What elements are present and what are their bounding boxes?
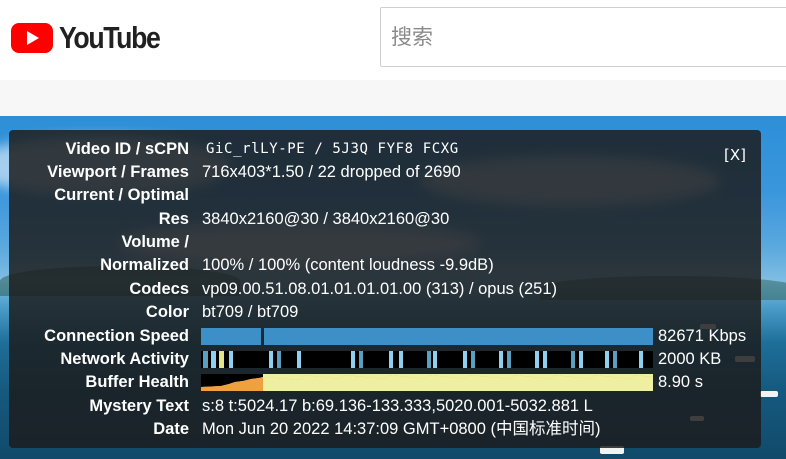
network-activity-spike: [389, 351, 393, 368]
stats-for-nerds-panel: [X] Video ID / sCPN GiC_rlLY-PE / 5J3Q F…: [9, 130, 761, 448]
stats-row-resolution: Res 3840x2160@30 / 3840x2160@30: [9, 208, 761, 230]
network-activity-spike: [399, 351, 403, 368]
stats-row-viewport: Viewport / Frames 716x403*1.50 / 22 drop…: [9, 161, 761, 183]
stats-label: Color: [145, 303, 189, 321]
stats-label: Volume /: [121, 233, 189, 251]
connection-speed-graph: [201, 328, 653, 345]
stats-value: s:8 t:5024.17 b:69.136-133.333,5020.001-…: [202, 397, 593, 415]
network-activity-spike: [571, 351, 575, 368]
network-activity-spike: [219, 351, 224, 368]
stats-label: Viewport / Frames: [47, 163, 189, 181]
search-input[interactable]: [381, 8, 786, 66]
stats-value: Mon Jun 20 2022 14:37:09 GMT+0800 (中国标准时…: [202, 420, 601, 438]
network-activity-spike: [203, 351, 208, 368]
stats-label: Current / Optimal: [54, 186, 189, 204]
network-activity-spike: [433, 351, 437, 368]
stats-row-volume-label-line1: Volume /: [9, 231, 761, 253]
stats-row-resolution-label-line1: Current / Optimal: [9, 184, 761, 206]
stats-value: 100% / 100% (content loudness -9.9dB): [202, 256, 494, 274]
network-activity-spike: [535, 351, 539, 368]
stats-value: 82671 Kbps: [658, 327, 747, 345]
network-activity-spike: [507, 351, 511, 368]
stats-label: Res: [158, 210, 189, 228]
stats-label: Mystery Text: [89, 397, 189, 415]
buffer-health-graph: [201, 374, 653, 391]
stats-label: Date: [153, 420, 189, 438]
network-activity-spike: [229, 351, 233, 368]
stats-label: Connection Speed: [44, 327, 189, 345]
stats-label: Codecs: [129, 280, 189, 298]
stats-row-connection-speed: Connection Speed 82671 Kbps: [9, 325, 761, 347]
video-boat: [760, 391, 778, 397]
masthead: YouTube: [0, 0, 786, 80]
stats-label: Video ID / sCPN: [65, 140, 189, 158]
connection-speed-bar: [264, 328, 653, 345]
stats-value: 2000 KB: [658, 350, 722, 368]
stats-row-mystery-text: Mystery Text s:8 t:5024.17 b:69.136-133.…: [9, 395, 761, 417]
network-activity-spike: [211, 351, 216, 368]
stats-row-codecs: Codecs vp09.00.51.08.01.01.01.01.00 (313…: [9, 278, 761, 300]
stats-label: Normalized: [100, 256, 189, 274]
buffer-health-chart: [201, 374, 653, 391]
network-activity-spike: [427, 351, 431, 368]
stats-row-video-id: Video ID / sCPN GiC_rlLY-PE / 5J3Q FYF8 …: [9, 138, 761, 160]
network-activity-spike: [269, 351, 273, 368]
stats-value: 3840x2160@30 / 3840x2160@30: [202, 210, 450, 228]
network-activity-spike: [463, 351, 467, 368]
logo-wordmark: YouTube: [59, 20, 161, 55]
network-activity-spike: [605, 351, 609, 368]
stats-value: 716x403*1.50 / 22 dropped of 2690: [202, 163, 461, 181]
network-activity-spike: [351, 351, 355, 368]
network-activity-spike: [471, 351, 475, 368]
stats-row-volume: Normalized 100% / 100% (content loudness…: [9, 254, 761, 276]
buffer-health-ramp: [201, 378, 263, 391]
stats-value: GiC_rlLY-PE / 5J3Q FYF8 FCXG: [206, 141, 459, 157]
connection-speed-bar: [201, 328, 261, 345]
stats-row-date: Date Mon Jun 20 2022 14:37:09 GMT+0800 (…: [9, 418, 761, 440]
stats-row-network-activity: Network Activity 2000 KB: [9, 348, 761, 370]
stats-label: Network Activity: [60, 350, 189, 368]
network-activity-spike: [297, 351, 301, 368]
network-activity-spike: [543, 351, 547, 368]
youtube-play-icon: [11, 23, 53, 53]
stats-row-buffer-health: Buffer Health 8.90 s: [9, 371, 761, 393]
stats-value: bt709 / bt709: [202, 303, 299, 321]
search-box[interactable]: [380, 7, 786, 67]
stats-label: Buffer Health: [85, 373, 189, 391]
network-activity-spike: [613, 351, 617, 368]
network-activity-spike: [579, 351, 583, 368]
stats-value: vp09.00.51.08.01.01.01.01.00 (313) / opu…: [202, 280, 558, 298]
network-activity-spike: [499, 351, 503, 368]
stats-value: 8.90 s: [658, 373, 703, 391]
network-activity-spike: [277, 351, 281, 368]
stats-row-color: Color bt709 / bt709: [9, 301, 761, 323]
network-activity-spike: [359, 351, 363, 368]
youtube-logo[interactable]: YouTube: [11, 22, 176, 54]
header-spacer: [0, 80, 786, 116]
network-activity-spike: [639, 351, 643, 368]
network-activity-graph: [201, 351, 653, 368]
